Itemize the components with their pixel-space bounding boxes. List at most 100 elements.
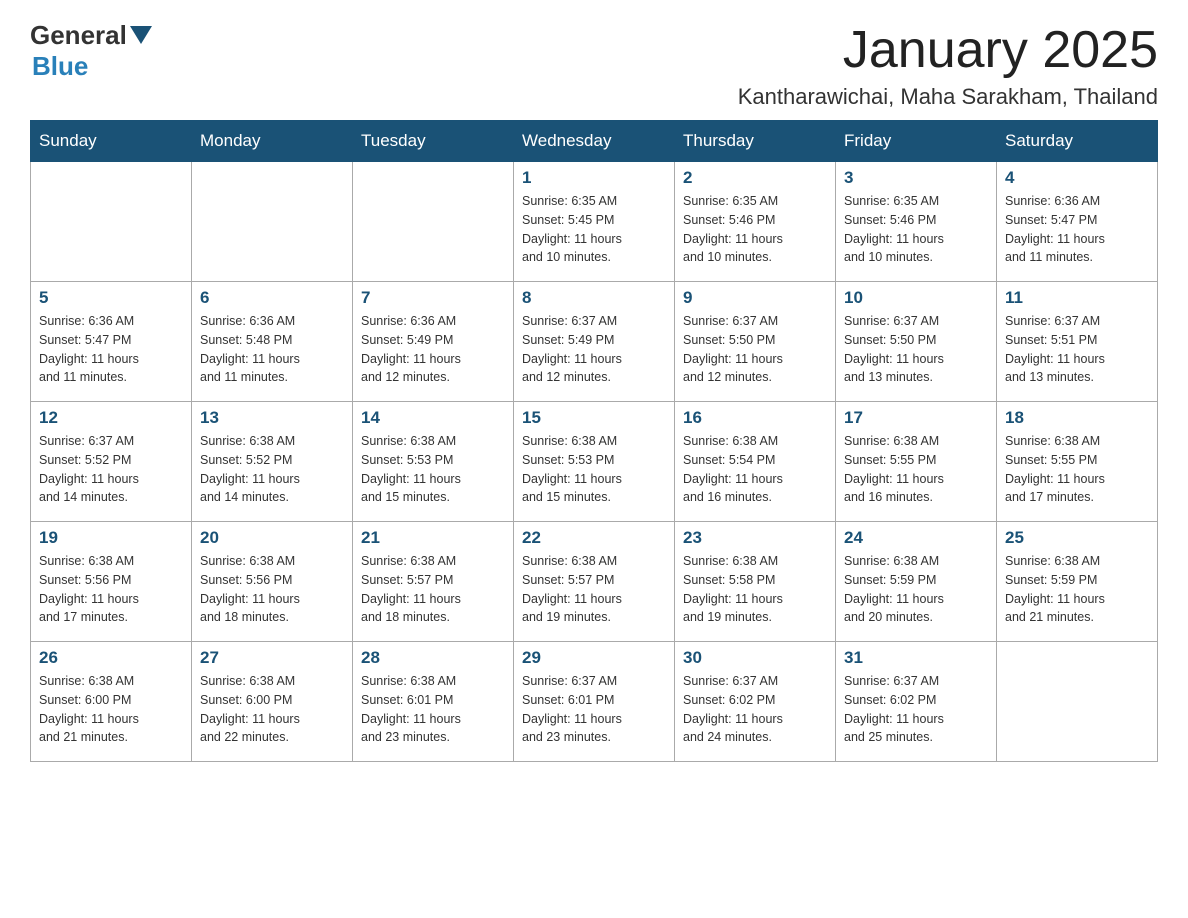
calendar-cell: 27 Sunrise: 6:38 AMSunset: 6:00 PMDayligh…	[192, 642, 353, 762]
day-info: Sunrise: 6:38 AMSunset: 5:55 PMDaylight:…	[844, 432, 988, 507]
day-number: 24	[844, 528, 988, 548]
calendar-cell: 31Sunrise: 6:37 AMSunset: 6:02 PMDayligh…	[836, 642, 997, 762]
day-number: 2	[683, 168, 827, 188]
day-info: Sunrise: 6:38 AMSunset: 5:56 PMDaylight:…	[200, 552, 344, 627]
calendar-cell: 5Sunrise: 6:36 AMSunset: 5:47 PMDaylight…	[31, 282, 192, 402]
calendar-cell: 16Sunrise: 6:38 AMSunset: 5:54 PMDayligh…	[675, 402, 836, 522]
day-info: Sunrise: 6:37 AMSunset: 5:51 PMDaylight:…	[1005, 312, 1149, 387]
day-info: Sunrise: 6:37 AMSunset: 5:50 PMDaylight:…	[683, 312, 827, 387]
calendar-cell: 2 Sunrise: 6:35 AMSunset: 5:46 PMDaylight…	[675, 162, 836, 282]
day-info: Sunrise: 6:36 AMSunset: 5:49 PMDaylight:…	[361, 312, 505, 387]
title-section: January 2025 Kantharawichai, Maha Sarakh…	[738, 20, 1158, 110]
day-number: 15	[522, 408, 666, 428]
calendar-cell: 24Sunrise: 6:38 AMSunset: 5:59 PMDayligh…	[836, 522, 997, 642]
day-number: 23	[683, 528, 827, 548]
day-number: 22	[522, 528, 666, 548]
day-info: Sunrise: 6:38 AMSunset: 6:01 PMDaylight:…	[361, 672, 505, 747]
day-info: Sunrise: 6:38 AMSunset: 5:53 PMDaylight:…	[361, 432, 505, 507]
calendar-cell: 29 Sunrise: 6:37 AMSunset: 6:01 PMDayligh…	[514, 642, 675, 762]
calendar-cell	[353, 162, 514, 282]
day-info: Sunrise: 6:37 AMSunset: 5:50 PMDaylight:…	[844, 312, 988, 387]
day-info: Sunrise: 6:38 AMSunset: 5:59 PMDaylight:…	[1005, 552, 1149, 627]
logo: General Blue	[30, 20, 152, 82]
day-number: 28	[361, 648, 505, 668]
calendar-cell: 17 Sunrise: 6:38 AMSunset: 5:55 PMDayligh…	[836, 402, 997, 522]
logo-general-text: General	[30, 20, 127, 51]
day-info: Sunrise: 6:37 AMSunset: 6:02 PMDaylight:…	[683, 672, 827, 747]
day-number: 3	[844, 168, 988, 188]
calendar-cell: 1 Sunrise: 6:35 AMSunset: 5:45 PMDaylight…	[514, 162, 675, 282]
calendar-cell: 19 Sunrise: 6:38 AMSunset: 5:56 PMDayligh…	[31, 522, 192, 642]
logo-arrow-icon	[130, 26, 152, 48]
day-info: Sunrise: 6:38 AMSunset: 5:53 PMDaylight:…	[522, 432, 666, 507]
day-number: 14	[361, 408, 505, 428]
day-info: Sunrise: 6:35 AMSunset: 5:45 PMDaylight:…	[522, 192, 666, 267]
calendar-cell: 11 Sunrise: 6:37 AMSunset: 5:51 PMDayligh…	[997, 282, 1158, 402]
day-number: 27	[200, 648, 344, 668]
day-number: 6	[200, 288, 344, 308]
day-number: 13	[200, 408, 344, 428]
calendar-week-4: 19 Sunrise: 6:38 AMSunset: 5:56 PMDayligh…	[31, 522, 1158, 642]
day-info: Sunrise: 6:38 AMSunset: 5:56 PMDaylight:…	[39, 552, 183, 627]
calendar-header-friday: Friday	[836, 121, 997, 162]
day-info: Sunrise: 6:38 AMSunset: 5:52 PMDaylight:…	[200, 432, 344, 507]
calendar-cell: 30 Sunrise: 6:37 AMSunset: 6:02 PMDayligh…	[675, 642, 836, 762]
day-info: Sunrise: 6:36 AMSunset: 5:48 PMDaylight:…	[200, 312, 344, 387]
day-number: 17	[844, 408, 988, 428]
day-number: 10	[844, 288, 988, 308]
day-info: Sunrise: 6:37 AMSunset: 6:01 PMDaylight:…	[522, 672, 666, 747]
day-info: Sunrise: 6:37 AMSunset: 5:52 PMDaylight:…	[39, 432, 183, 507]
calendar-cell	[192, 162, 353, 282]
calendar-cell: 12 Sunrise: 6:37 AMSunset: 5:52 PMDayligh…	[31, 402, 192, 522]
calendar-cell	[997, 642, 1158, 762]
calendar-cell: 20 Sunrise: 6:38 AMSunset: 5:56 PMDayligh…	[192, 522, 353, 642]
day-number: 11	[1005, 288, 1149, 308]
calendar-header-monday: Monday	[192, 121, 353, 162]
day-number: 7	[361, 288, 505, 308]
day-info: Sunrise: 6:38 AMSunset: 5:54 PMDaylight:…	[683, 432, 827, 507]
calendar-cell: 28 Sunrise: 6:38 AMSunset: 6:01 PMDayligh…	[353, 642, 514, 762]
calendar-cell: 7 Sunrise: 6:36 AMSunset: 5:49 PMDaylight…	[353, 282, 514, 402]
calendar-week-3: 12 Sunrise: 6:37 AMSunset: 5:52 PMDayligh…	[31, 402, 1158, 522]
day-info: Sunrise: 6:38 AMSunset: 5:57 PMDaylight:…	[361, 552, 505, 627]
day-number: 12	[39, 408, 183, 428]
day-number: 26	[39, 648, 183, 668]
calendar-table: SundayMondayTuesdayWednesdayThursdayFrid…	[30, 120, 1158, 762]
day-number: 30	[683, 648, 827, 668]
calendar-cell	[31, 162, 192, 282]
calendar-cell: 23 Sunrise: 6:38 AMSunset: 5:58 PMDayligh…	[675, 522, 836, 642]
calendar-cell: 3 Sunrise: 6:35 AMSunset: 5:46 PMDaylight…	[836, 162, 997, 282]
day-number: 19	[39, 528, 183, 548]
calendar-cell: 18Sunrise: 6:38 AMSunset: 5:55 PMDayligh…	[997, 402, 1158, 522]
calendar-header-wednesday: Wednesday	[514, 121, 675, 162]
day-number: 20	[200, 528, 344, 548]
day-info: Sunrise: 6:38 AMSunset: 5:57 PMDaylight:…	[522, 552, 666, 627]
calendar-cell: 26 Sunrise: 6:38 AMSunset: 6:00 PMDayligh…	[31, 642, 192, 762]
calendar-cell: 14 Sunrise: 6:38 AMSunset: 5:53 PMDayligh…	[353, 402, 514, 522]
calendar-cell: 22 Sunrise: 6:38 AMSunset: 5:57 PMDayligh…	[514, 522, 675, 642]
day-number: 18	[1005, 408, 1149, 428]
day-info: Sunrise: 6:38 AMSunset: 5:58 PMDaylight:…	[683, 552, 827, 627]
day-number: 9	[683, 288, 827, 308]
day-info: Sunrise: 6:37 AMSunset: 5:49 PMDaylight:…	[522, 312, 666, 387]
day-info: Sunrise: 6:35 AMSunset: 5:46 PMDaylight:…	[683, 192, 827, 267]
day-info: Sunrise: 6:35 AMSunset: 5:46 PMDaylight:…	[844, 192, 988, 267]
calendar-cell: 4Sunrise: 6:36 AMSunset: 5:47 PMDaylight…	[997, 162, 1158, 282]
day-number: 8	[522, 288, 666, 308]
calendar-week-2: 5Sunrise: 6:36 AMSunset: 5:47 PMDaylight…	[31, 282, 1158, 402]
logo-blue-text: Blue	[32, 51, 88, 82]
day-number: 31	[844, 648, 988, 668]
day-number: 4	[1005, 168, 1149, 188]
calendar-header-tuesday: Tuesday	[353, 121, 514, 162]
day-number: 1	[522, 168, 666, 188]
calendar-header-saturday: Saturday	[997, 121, 1158, 162]
calendar-cell: 9 Sunrise: 6:37 AMSunset: 5:50 PMDaylight…	[675, 282, 836, 402]
day-info: Sunrise: 6:38 AMSunset: 6:00 PMDaylight:…	[39, 672, 183, 747]
page-header: General Blue January 2025 Kantharawichai…	[30, 20, 1158, 110]
day-info: Sunrise: 6:36 AMSunset: 5:47 PMDaylight:…	[39, 312, 183, 387]
day-number: 21	[361, 528, 505, 548]
calendar-cell: 10 Sunrise: 6:37 AMSunset: 5:50 PMDayligh…	[836, 282, 997, 402]
day-info: Sunrise: 6:38 AMSunset: 6:00 PMDaylight:…	[200, 672, 344, 747]
day-number: 29	[522, 648, 666, 668]
calendar-header-sunday: Sunday	[31, 121, 192, 162]
